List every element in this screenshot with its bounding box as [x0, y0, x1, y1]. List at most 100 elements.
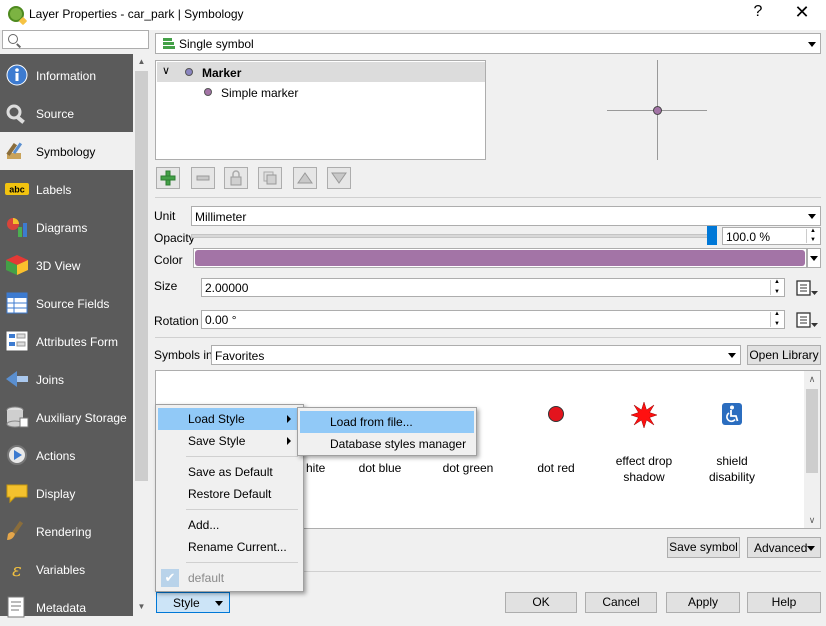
symbol-list-scrollbar[interactable]: ∧ ∨ [804, 371, 820, 528]
add-layer-button[interactable] [156, 167, 180, 189]
menu-item-save-as-default[interactable]: Save as Default [158, 461, 301, 483]
expand-chevron-icon[interactable]: ∨ [162, 64, 170, 77]
lock-layer-button[interactable] [224, 167, 248, 189]
color-dropdown-button[interactable] [807, 248, 821, 268]
star-burst-icon [630, 401, 658, 429]
unit-value: Millimeter [195, 210, 247, 224]
data-defined-override-icon[interactable] [795, 279, 819, 297]
menu-item-rename-current[interactable]: Rename Current... [158, 536, 301, 558]
sidebar-item-diagrams[interactable]: Diagrams [0, 208, 133, 246]
preview-marker-icon [653, 106, 662, 115]
save-symbol-button[interactable]: Save symbol [667, 537, 740, 558]
symbol-layer-tree[interactable]: ∨ Marker Simple marker [155, 60, 486, 160]
checkmark-icon: ✔ [161, 569, 179, 587]
menu-item-load-style[interactable]: Load Style [158, 408, 301, 430]
sidebar-item-auxiliary-storage[interactable]: Auxiliary Storage [0, 398, 133, 436]
opacity-spinbox[interactable]: 100.0 % [722, 227, 821, 245]
divider [155, 197, 821, 198]
title-bar: Layer Properties - car_park | Symbology … [0, 0, 826, 30]
renderer-select[interactable]: Single symbol [155, 33, 821, 54]
opacity-slider-handle[interactable] [707, 226, 717, 245]
unit-label: Unit [154, 209, 176, 223]
sidebar-item-3d-view[interactable]: 3D View [0, 246, 133, 284]
menu-separator [186, 562, 298, 563]
scroll-up-icon[interactable]: ▲ [133, 54, 150, 70]
advanced-button[interactable]: Advanced [747, 537, 821, 558]
symbol-layer-toolbar [155, 166, 365, 190]
symbol-item-shield-disability[interactable]: shield disability [688, 401, 776, 484]
open-library-button[interactable]: Open Library [747, 345, 821, 365]
sidebar-item-variables[interactable]: ε Variables [0, 550, 133, 588]
qgis-logo-icon [8, 6, 24, 22]
apply-button[interactable]: Apply [666, 592, 740, 613]
color-button[interactable] [193, 248, 807, 268]
menu-item-add[interactable]: Add... [158, 514, 301, 536]
tree-row-marker[interactable]: ∨ Marker [157, 62, 485, 82]
rendering-icon [7, 520, 24, 540]
sidebar-item-source[interactable]: Source [0, 94, 133, 132]
sidebar-item-joins[interactable]: Joins [0, 360, 133, 398]
move-down-button[interactable] [327, 167, 351, 189]
sidebar-item-rendering[interactable]: Rendering [0, 512, 133, 550]
source-icon [6, 104, 25, 124]
sidebar-item-label: Source [36, 107, 75, 121]
chevron-up-icon[interactable]: ∧ [804, 371, 820, 387]
data-defined-override-icon[interactable] [795, 311, 819, 329]
sidebar-item-label: Auxiliary Storage [36, 411, 127, 425]
sidebar-item-label: Rendering [36, 525, 92, 539]
scroll-down-icon[interactable]: ▼ [133, 599, 150, 615]
move-up-button[interactable] [293, 167, 317, 189]
spinner-arrows-icon[interactable] [806, 228, 819, 243]
tree-simple-marker-label: Simple marker [221, 86, 299, 100]
chevron-down-icon[interactable]: ∨ [804, 512, 820, 528]
help-button[interactable]: Help [747, 592, 821, 613]
plus-icon [160, 170, 176, 186]
search-icon [8, 34, 18, 44]
sidebar-item-label: Symbology [36, 145, 96, 159]
size-spinbox[interactable]: 2.00000 [201, 278, 785, 297]
menu-item-database-styles-manager[interactable]: Database styles manager [300, 433, 474, 455]
symbol-group-select[interactable]: Favorites [211, 345, 741, 365]
sidebar-item-attributes-form[interactable]: Attributes Form [0, 322, 133, 360]
unit-select[interactable]: Millimeter [191, 206, 821, 226]
sidebar-item-display[interactable]: Display [0, 474, 133, 512]
symbol-item-dot-red[interactable]: dot red [512, 401, 600, 481]
diagrams-icon [7, 218, 27, 237]
renderer-selected-label: Single symbol [179, 37, 254, 51]
tree-row-simple-marker[interactable]: Simple marker [157, 83, 485, 103]
spinner-arrows-icon[interactable] [770, 311, 783, 327]
search-input[interactable] [2, 30, 149, 49]
remove-layer-button[interactable] [191, 167, 215, 189]
sidebar-item-label: Diagrams [36, 221, 88, 235]
actions-icon [7, 445, 27, 465]
ok-button[interactable]: OK [505, 592, 577, 613]
cancel-button[interactable]: Cancel [585, 592, 657, 613]
chevron-down-icon [810, 256, 818, 261]
symbol-list-scroll-thumb[interactable] [806, 389, 818, 473]
sidebar-item-information[interactable]: Information [0, 56, 133, 94]
symbol-item-effect-drop-shadow[interactable]: effect drop shadow [600, 401, 688, 484]
menu-item-save-style[interactable]: Save Style [158, 430, 301, 452]
divider [155, 337, 821, 338]
sidebar-item-label: Labels [36, 183, 72, 197]
sidebar-item-labels[interactable]: abc Labels [0, 170, 133, 208]
sidebar-scroll-thumb[interactable] [135, 71, 148, 481]
close-window-button[interactable]: ✕ [793, 2, 811, 24]
color-swatch [195, 250, 805, 266]
duplicate-layer-button[interactable] [258, 167, 282, 189]
sidebar-item-actions[interactable]: Actions [0, 436, 133, 474]
rotation-spinbox[interactable]: 0.00 ° [201, 310, 785, 329]
sidebar-item-source-fields[interactable]: Source Fields [0, 284, 133, 322]
spinner-arrows-icon[interactable] [770, 279, 783, 295]
style-button[interactable]: Style [156, 592, 230, 613]
sidebar-item-symbology[interactable]: Symbology [0, 132, 133, 170]
sidebar-item-metadata[interactable]: Metadata [0, 588, 133, 626]
help-title-button[interactable]: ? [750, 3, 766, 25]
symbol-item-label: dot green [442, 461, 494, 475]
menu-item-load-from-file[interactable]: Load from file... [300, 411, 474, 433]
symbol-group-value: Favorites [215, 349, 265, 363]
color-label: Color [154, 253, 183, 267]
opacity-slider-track[interactable] [191, 234, 711, 238]
sidebar-item-label: Information [36, 69, 97, 83]
menu-item-restore-default[interactable]: Restore Default [158, 483, 301, 505]
